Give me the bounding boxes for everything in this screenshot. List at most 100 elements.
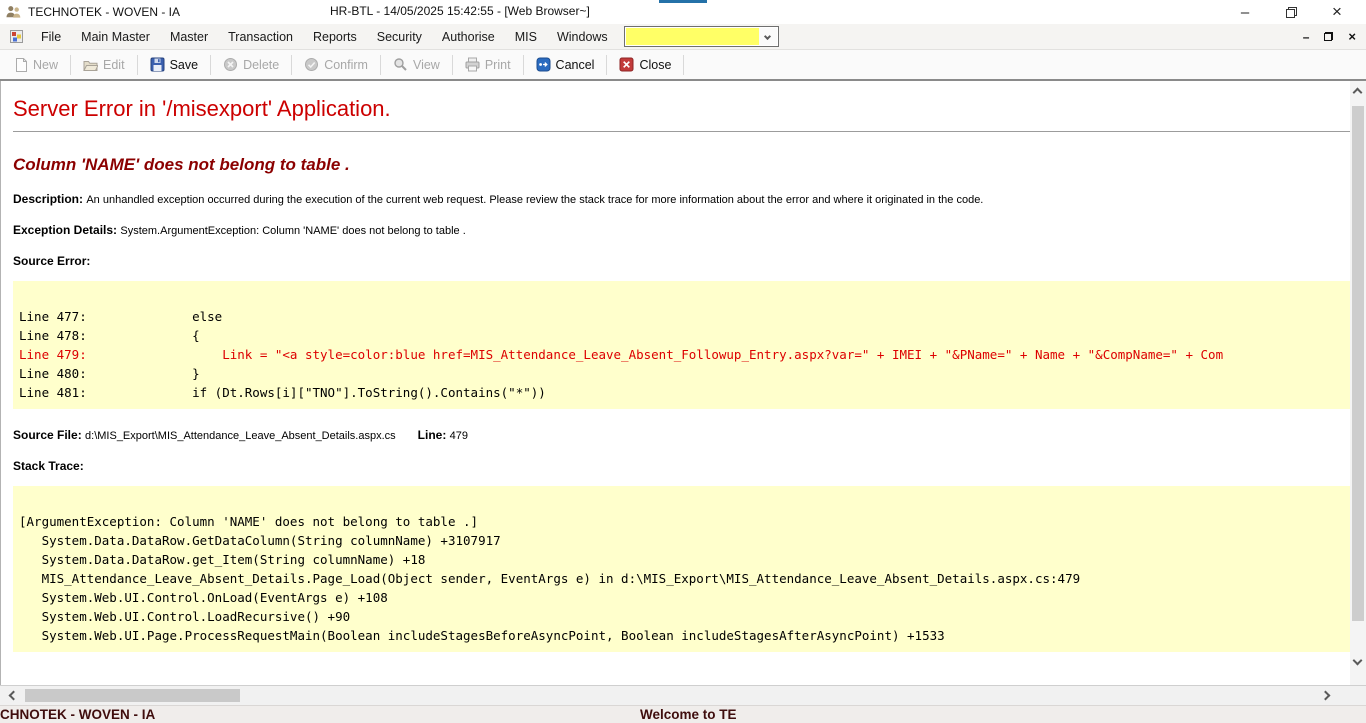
menu-item-reports[interactable]: Reports [303, 26, 367, 48]
combobox-value [626, 28, 759, 45]
toolbar-separator [523, 55, 524, 75]
menu-item-mis[interactable]: MIS [505, 26, 547, 48]
new-button[interactable]: New [6, 54, 67, 76]
toolbar-separator [137, 55, 138, 75]
horizontal-scrollbar-thumb[interactable] [25, 689, 240, 702]
confirm-icon [304, 57, 319, 72]
stack-trace-line: [ArgumentException: Column 'NAME' does n… [19, 512, 1352, 531]
stack-trace-line: MIS_Attendance_Leave_Absent_Details.Page… [19, 569, 1352, 588]
code-line: Line 480: } [19, 364, 1352, 383]
cancel-icon [536, 57, 551, 72]
toolbar: New Edit Save Delete Confirm View Print [0, 50, 1366, 81]
vertical-scrollbar-thumb[interactable] [1352, 106, 1364, 621]
server-error-page: Server Error in '/misexport' Application… [1, 96, 1366, 652]
vertical-scrollbar[interactable] [1350, 81, 1366, 685]
source-file-path: d:\MIS_Export\MIS_Attendance_Leave_Absen… [85, 430, 396, 442]
mdi-window-controls: – × [1303, 29, 1356, 44]
mdi-restore-icon[interactable] [1324, 32, 1333, 41]
scroll-up-icon[interactable] [1353, 88, 1363, 98]
view-magnifier-icon [393, 57, 408, 72]
line-number: 479 [450, 430, 468, 442]
source-error-row: Source Error: [13, 254, 1366, 268]
stack-trace-line: System.Data.DataRow.GetDataColumn(String… [19, 531, 1352, 550]
app-users-icon [5, 4, 22, 20]
window-selector-combobox[interactable] [624, 26, 779, 47]
error-message: Column 'NAME' does not belong to table . [13, 155, 1366, 175]
toolbar-separator [452, 55, 453, 75]
menu-item-authorise[interactable]: Authorise [432, 26, 505, 48]
edit-button[interactable]: Edit [74, 55, 134, 75]
menubar: FileMain MasterMasterTransactionReportsS… [0, 24, 1366, 50]
close-icon[interactable]: × [1314, 0, 1360, 24]
scroll-down-icon[interactable] [1353, 656, 1363, 666]
code-line [19, 288, 1352, 307]
exception-details-row: Exception Details: System.ArgumentExcept… [13, 223, 1366, 237]
menu-item-security[interactable]: Security [367, 26, 432, 48]
code-line: Line 478: { [19, 326, 1352, 345]
divider [13, 131, 1352, 132]
stack-trace-block: [ArgumentException: Column 'NAME' does n… [13, 486, 1352, 652]
source-file-row: Source File: d:\MIS_Export\MIS_Attendanc… [13, 428, 1366, 442]
statusbar-company-text: CHNOTEK - WOVEN - IA [0, 706, 155, 723]
stack-trace-label: Stack Trace: [13, 459, 84, 473]
toolbar-separator [683, 55, 684, 75]
line-label: Line: [418, 428, 450, 442]
stack-trace-line: System.Web.UI.Page.ProcessRequestMain(Bo… [19, 626, 1352, 645]
delete-button[interactable]: Delete [214, 54, 288, 75]
error-page-title: Server Error in '/misexport' Application… [13, 96, 1366, 122]
scroll-left-icon[interactable] [9, 691, 19, 701]
menu: FileMain MasterMasterTransactionReportsS… [31, 26, 618, 48]
code-line: Line 479: Link = "<a style=color:blue hr… [19, 345, 1352, 364]
menu-item-transaction[interactable]: Transaction [218, 26, 303, 48]
stack-trace-line [19, 493, 1352, 512]
stack-trace-row: Stack Trace: [13, 459, 1366, 473]
print-button[interactable]: Print [456, 54, 520, 75]
view-button[interactable]: View [384, 54, 449, 75]
stack-trace-line: System.Data.DataRow.get_Item(String colu… [19, 550, 1352, 569]
toolbar-separator [210, 55, 211, 75]
chevron-down-icon[interactable] [759, 28, 777, 45]
browser-content-area: Server Error in '/misexport' Application… [0, 81, 1366, 685]
horizontal-scrollbar[interactable] [0, 685, 1366, 705]
delete-icon [223, 57, 238, 72]
close-button[interactable]: Close [610, 54, 680, 75]
stack-trace-line: System.Web.UI.Control.OnLoad(EventArgs e… [19, 588, 1352, 607]
code-line: Line 477: else [19, 307, 1352, 326]
description-text: An unhandled exception occurred during t… [86, 194, 983, 206]
scroll-right-icon[interactable] [1321, 691, 1331, 701]
menu-item-windows[interactable]: Windows [547, 26, 618, 48]
mdi-minimize-icon[interactable]: – [1303, 30, 1310, 44]
statusbar-welcome-text: Welcome to TE [640, 706, 737, 723]
minimize-icon[interactable]: – [1222, 0, 1268, 24]
exception-details-text: System.ArgumentException: Column 'NAME' … [120, 225, 465, 237]
menu-item-file[interactable]: File [31, 26, 71, 48]
code-line: Line 481: if (Dt.Rows[i]["TNO"].ToString… [19, 383, 1352, 402]
description-label: Description: [13, 192, 86, 206]
exception-details-label: Exception Details: [13, 223, 120, 237]
stack-trace-line: System.Web.UI.Control.LoadRecursive() +9… [19, 607, 1352, 626]
restore-icon[interactable] [1268, 0, 1314, 24]
app-title: TECHNOTEK - WOVEN - IA [28, 5, 180, 19]
edit-folder-icon [83, 58, 98, 72]
menu-item-master[interactable]: Master [160, 26, 218, 48]
save-button[interactable]: Save [141, 54, 208, 75]
new-document-icon [15, 57, 28, 73]
source-error-code-block: Line 477: elseLine 478: {Line 479: Link … [13, 281, 1352, 409]
error-description-row: Description: An unhandled exception occu… [13, 192, 1366, 206]
mdi-close-icon[interactable]: × [1348, 29, 1356, 44]
top-accent-strip [659, 0, 707, 3]
save-floppy-icon [150, 57, 165, 72]
toolbar-separator [606, 55, 607, 75]
close-icon [619, 57, 634, 72]
confirm-button[interactable]: Confirm [295, 54, 377, 75]
window-title: HR-BTL - 14/05/2025 15:42:55 - [Web Brow… [330, 4, 590, 18]
titlebar: TECHNOTEK - WOVEN - IA HR-BTL - 14/05/20… [0, 0, 1366, 24]
source-file-label: Source File: [13, 428, 85, 442]
form-window-icon [10, 30, 23, 43]
statusbar: CHNOTEK - WOVEN - IA Welcome to TE [0, 705, 1366, 723]
toolbar-separator [70, 55, 71, 75]
source-error-label: Source Error: [13, 254, 90, 268]
toolbar-separator [380, 55, 381, 75]
cancel-button[interactable]: Cancel [527, 54, 604, 75]
menu-item-main-master[interactable]: Main Master [71, 26, 160, 48]
